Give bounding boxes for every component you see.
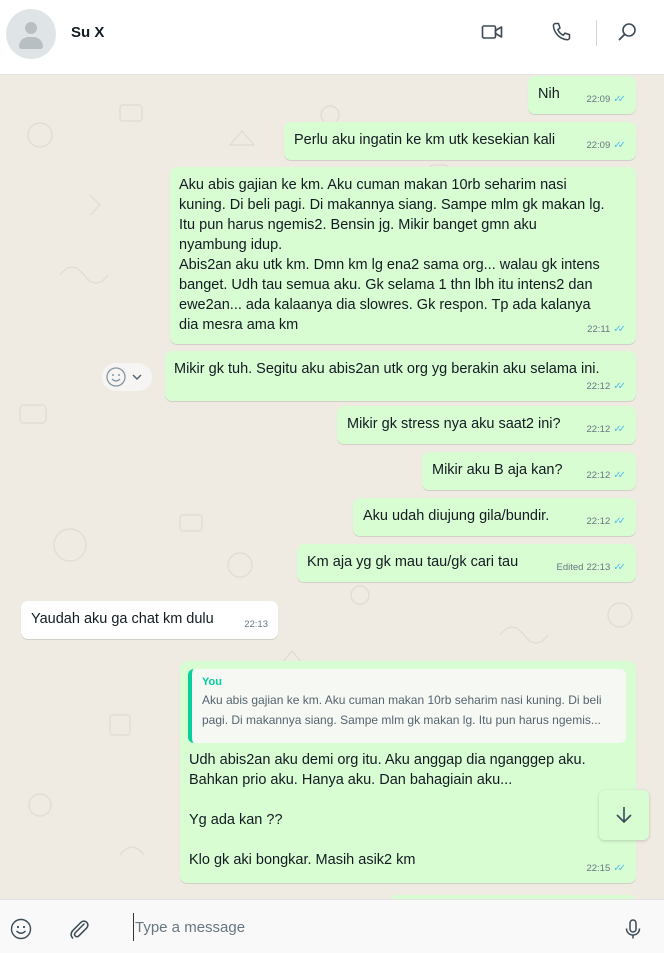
message-meta: 22:15 ✓✓ (586, 859, 626, 879)
attach-icon[interactable] (67, 917, 91, 941)
message-time: 22:12 (586, 381, 611, 392)
quoted-message[interactable]: You Aku abis gajian ke km. Aku cuman mak… (188, 669, 626, 743)
read-receipt-icon: ✓✓ (613, 140, 626, 151)
reaction-button[interactable] (102, 363, 152, 391)
edited-label: Edited (556, 562, 584, 573)
message-time: 22:12 (586, 424, 611, 435)
emoji-icon[interactable] (9, 917, 33, 941)
message-bubble-outgoing[interactable]: Mikir gk stress nya aku saat2 ini? 22:12… (337, 406, 636, 444)
emoji-react-icon (106, 367, 126, 387)
message-bubble-outgoing-reply[interactable]: You Aku abis gajian ke km. Aku cuman mak… (180, 661, 636, 883)
message-bubble-outgoing[interactable]: Aku udah diujung gila/bundir. 22:12 ✓✓ (353, 498, 636, 536)
quote-author: You (202, 676, 222, 688)
scroll-to-bottom-button[interactable] (599, 790, 649, 840)
message-meta: 22:12 ✓✓ (586, 420, 626, 440)
message-time: 22:15 (586, 863, 611, 874)
message-meta: 22:11 ✓✓ (587, 320, 626, 340)
message-composer (0, 899, 664, 953)
message-time: 22:12 (586, 470, 611, 481)
contact-name[interactable]: Su X (71, 24, 104, 41)
read-receipt-icon: ✓✓ (613, 562, 626, 573)
microphone-icon[interactable] (621, 917, 645, 941)
message-list[interactable]: Nih 22:09 ✓✓ Perlu aku ingatin ke km utk … (0, 75, 664, 899)
arrow-down-icon (616, 807, 632, 824)
message-meta: 22:09 ✓✓ (586, 90, 626, 110)
message-text: Mikir gk stress nya aku saat2 ini? (347, 416, 561, 432)
message-text: Perlu aku ingatin ke km utk kesekian kal… (294, 132, 556, 148)
message-meta: 22:13 (244, 615, 268, 635)
message-bubble-incoming[interactable]: Yaudah aku ga chat km dulu 22:13 (21, 601, 278, 639)
read-receipt-icon: ✓✓ (613, 381, 626, 392)
message-text: Km aja yg gk mau tau/gk cari tau (307, 554, 519, 570)
message-time: 22:12 (586, 516, 611, 527)
message-meta: 22:12 ✓✓ (586, 466, 626, 486)
contact-avatar[interactable] (6, 9, 56, 59)
voice-call-icon[interactable] (549, 20, 573, 44)
message-bubble-outgoing[interactable]: Nih 22:09 ✓✓ (528, 76, 636, 114)
message-time: 22:13 (586, 562, 611, 573)
video-call-icon[interactable] (480, 20, 504, 44)
message-bubble-outgoing[interactable]: Km aja yg gk mau tau/gk cari tau Edited 2… (297, 544, 636, 582)
message-time: 22:09 (586, 140, 611, 151)
read-receipt-icon: ✓✓ (613, 424, 626, 435)
message-meta: 22:12 ✓✓ (586, 377, 626, 397)
message-input[interactable] (133, 913, 603, 941)
message-time: 22:09 (586, 94, 611, 105)
header-divider (596, 20, 597, 46)
message-meta: Edited 22:13 ✓✓ (557, 558, 626, 578)
chevron-down-icon (132, 374, 142, 381)
message-text: Yaudah aku ga chat km dulu (31, 611, 214, 627)
chat-header: Su X (0, 0, 664, 75)
message-text: Aku abis gajian ke km. Aku cuman makan 1… (179, 177, 605, 333)
quote-text: Aku abis gajian ke km. Aku cuman makan 1… (202, 693, 602, 727)
message-time: 22:11 (587, 324, 611, 335)
message-meta: 22:12 ✓✓ (586, 512, 626, 532)
message-text: Mikir gk tuh. Segitu aku abis2an utk org… (174, 361, 600, 377)
message-time: 22:13 (244, 619, 268, 630)
message-text: Udh abis2an aku demi org itu. Aku anggap… (189, 752, 586, 868)
message-bubble-outgoing[interactable]: Mikir aku B aja kan? 22:12 ✓✓ (422, 452, 636, 490)
message-bubble-outgoing[interactable]: Perlu aku ingatin ke km utk kesekian kal… (284, 122, 636, 160)
message-text: Mikir aku B aja kan? (432, 462, 563, 478)
message-bubble-outgoing[interactable]: Aku abis gajian ke km. Aku cuman makan 1… (170, 167, 636, 344)
message-bubble-outgoing[interactable]: Mikir gk tuh. Segitu aku abis2an utk org… (165, 351, 636, 401)
read-receipt-icon: ✓✓ (613, 863, 626, 874)
message-text: Aku udah diujung gila/bundir. (363, 508, 550, 524)
read-receipt-icon: ✓✓ (613, 94, 626, 105)
message-meta: 22:09 ✓✓ (586, 136, 626, 156)
read-receipt-icon: ✓✓ (613, 324, 626, 335)
message-text: Nih (538, 86, 560, 102)
search-icon[interactable] (616, 20, 640, 44)
read-receipt-icon: ✓✓ (613, 470, 626, 481)
read-receipt-icon: ✓✓ (613, 516, 626, 527)
